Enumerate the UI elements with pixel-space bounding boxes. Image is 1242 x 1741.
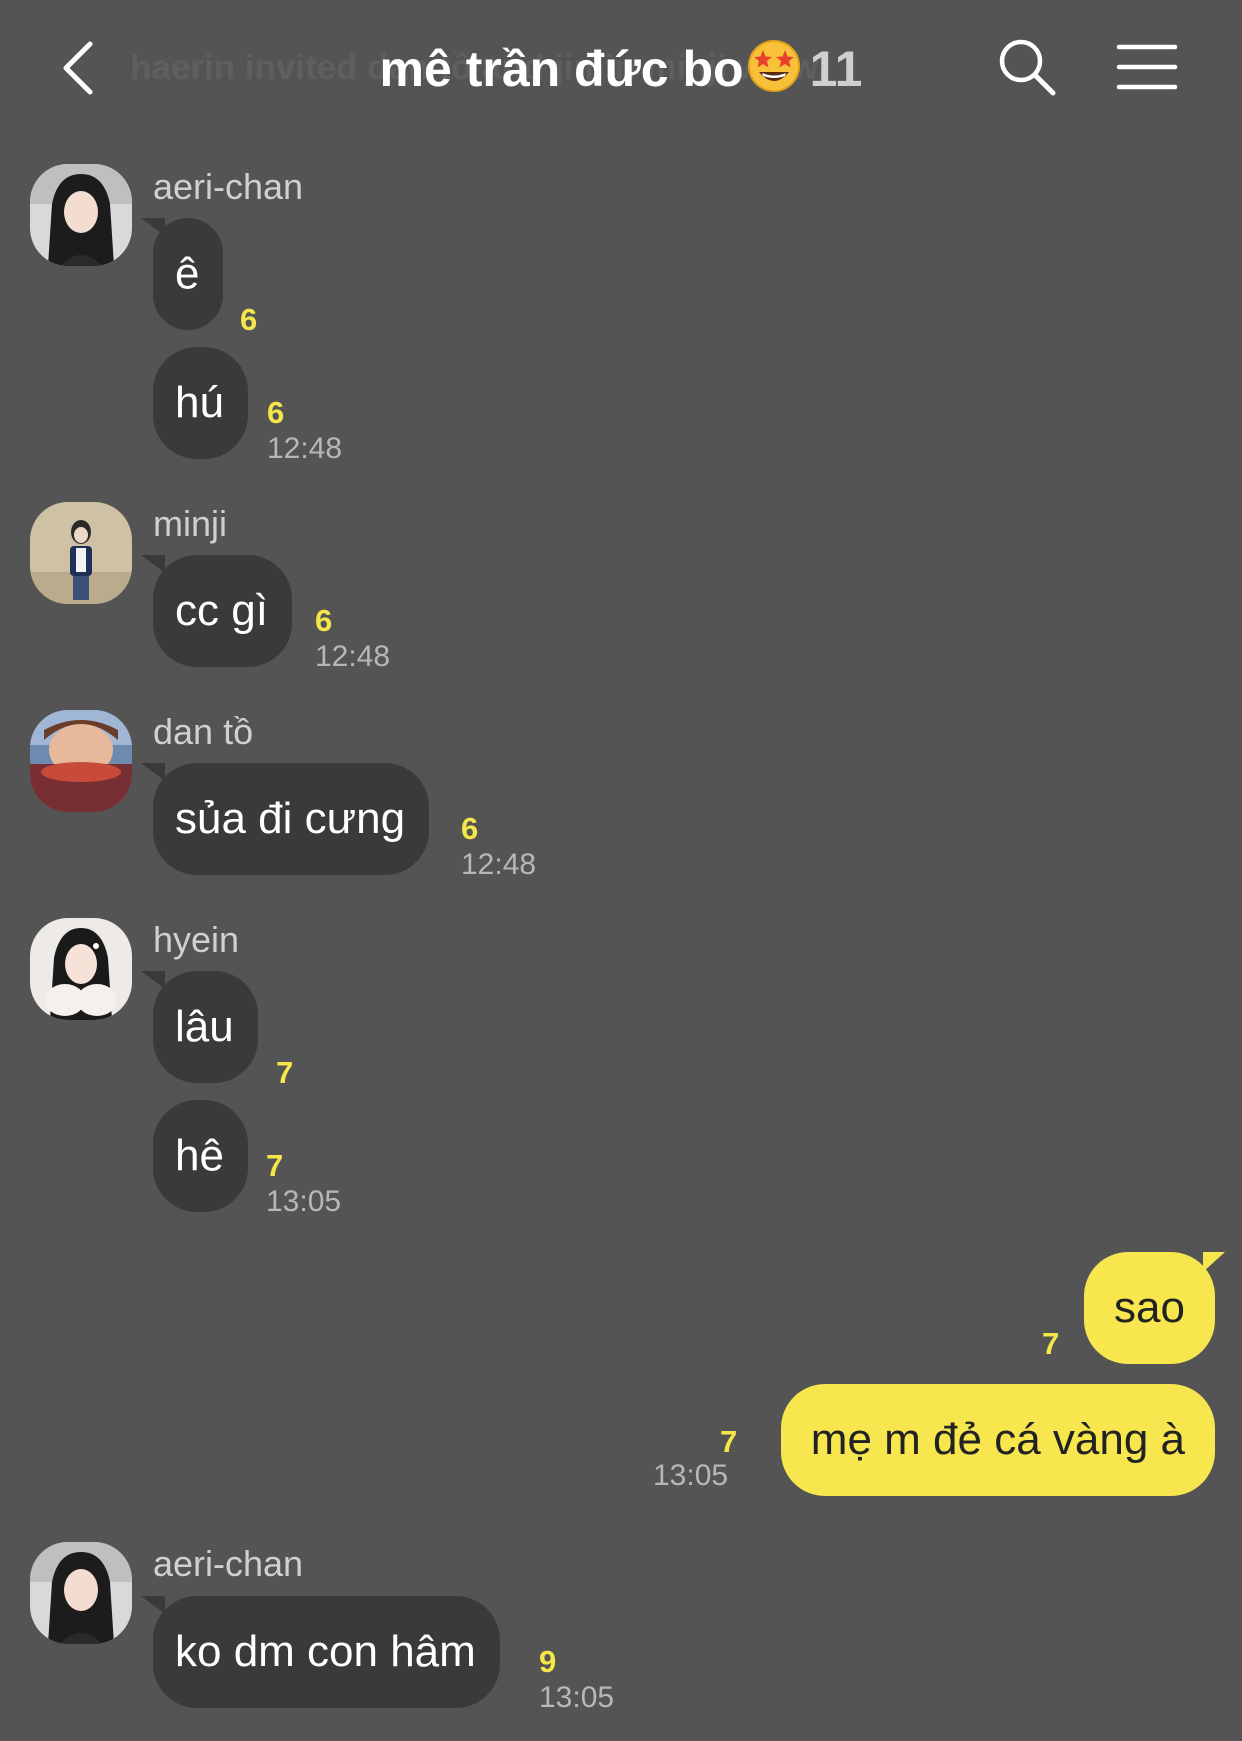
message-bubble[interactable]: hú <box>153 347 248 459</box>
sender-name: dan tồ <box>153 711 254 752</box>
message-bubble[interactable]: cc gì <box>141 555 292 667</box>
sender-name: aeri-chan <box>153 166 304 207</box>
message-text: lâu <box>175 1002 234 1051</box>
unread-count: 6 <box>267 395 285 430</box>
message-bubble[interactable]: hê <box>153 1100 248 1212</box>
star-struck-emoji-icon <box>747 40 800 92</box>
bubble-tail <box>141 555 165 573</box>
unread-count: 7 <box>276 1055 294 1090</box>
avatar-photo-icon <box>30 502 132 604</box>
avatar-photo-icon <box>30 1542 132 1644</box>
search-icon[interactable] <box>996 36 1058 98</box>
message-text: ê <box>175 249 200 298</box>
sender-name: minji <box>153 503 228 544</box>
message-bubble[interactable]: ko dm con hâm <box>141 1596 500 1708</box>
unread-count: 6 <box>315 603 333 638</box>
avatar-aeri-chan[interactable] <box>30 1542 132 1644</box>
message-bubble[interactable]: lâu <box>141 971 258 1083</box>
avatar-photo-icon <box>30 710 132 812</box>
message-text: mẹ m đẻ cá vàng à <box>810 1415 1185 1464</box>
avatar-minji[interactable] <box>30 502 132 604</box>
message-text: ko dm con hâm <box>175 1627 476 1676</box>
chevron-left-icon[interactable] <box>54 38 104 98</box>
hamburger-menu-icon[interactable] <box>1116 42 1178 92</box>
chat-title-text: mê trần đức bo <box>379 41 744 97</box>
sender-name: aeri-chan <box>153 1543 304 1584</box>
chat-header: haerin invited dan tồ and jimin minji ww… <box>0 0 1242 140</box>
avatar-photo-icon <box>30 164 132 266</box>
message-text: sao <box>1114 1283 1185 1332</box>
unread-count: 7 <box>266 1148 284 1183</box>
unread-count: 7 <box>720 1424 738 1459</box>
message-text: hú <box>175 378 224 427</box>
message-time: 12:48 <box>267 432 343 465</box>
message-time: 12:48 <box>461 848 537 881</box>
bubble-tail <box>141 1596 165 1614</box>
avatar-aeri-chan[interactable] <box>30 164 132 266</box>
message-text: hê <box>175 1131 224 1180</box>
bubble-tail <box>1203 1252 1225 1272</box>
message-bubble[interactable]: sủa đi cưng <box>141 763 430 875</box>
message-text: cc gì <box>175 586 268 635</box>
message-time: 13:05 <box>539 1681 615 1714</box>
bubble-tail <box>141 971 165 989</box>
avatar-dan-to[interactable] <box>30 710 132 812</box>
bubble-tail <box>141 763 165 781</box>
my-message-bubble[interactable]: sao <box>1084 1252 1225 1364</box>
unread-count: 6 <box>461 811 479 846</box>
member-count: 11 <box>809 41 863 97</box>
bubble-tail <box>141 218 165 236</box>
sender-name: hyein <box>153 919 240 960</box>
message-bubble[interactable]: ê <box>141 218 224 330</box>
avatar-hyein[interactable] <box>30 918 132 1020</box>
message-text: sủa đi cưng <box>175 794 406 843</box>
unread-count: 9 <box>539 1644 557 1679</box>
message-time: 13:05 <box>266 1185 342 1218</box>
unread-count: 6 <box>240 302 258 337</box>
message-time: 13:05 <box>653 1459 729 1492</box>
avatar-photo-icon <box>30 918 132 1020</box>
message-time: 12:48 <box>315 640 391 673</box>
my-message-bubble[interactable]: mẹ m đẻ cá vàng à <box>780 1384 1215 1496</box>
unread-count: 7 <box>1042 1326 1060 1361</box>
